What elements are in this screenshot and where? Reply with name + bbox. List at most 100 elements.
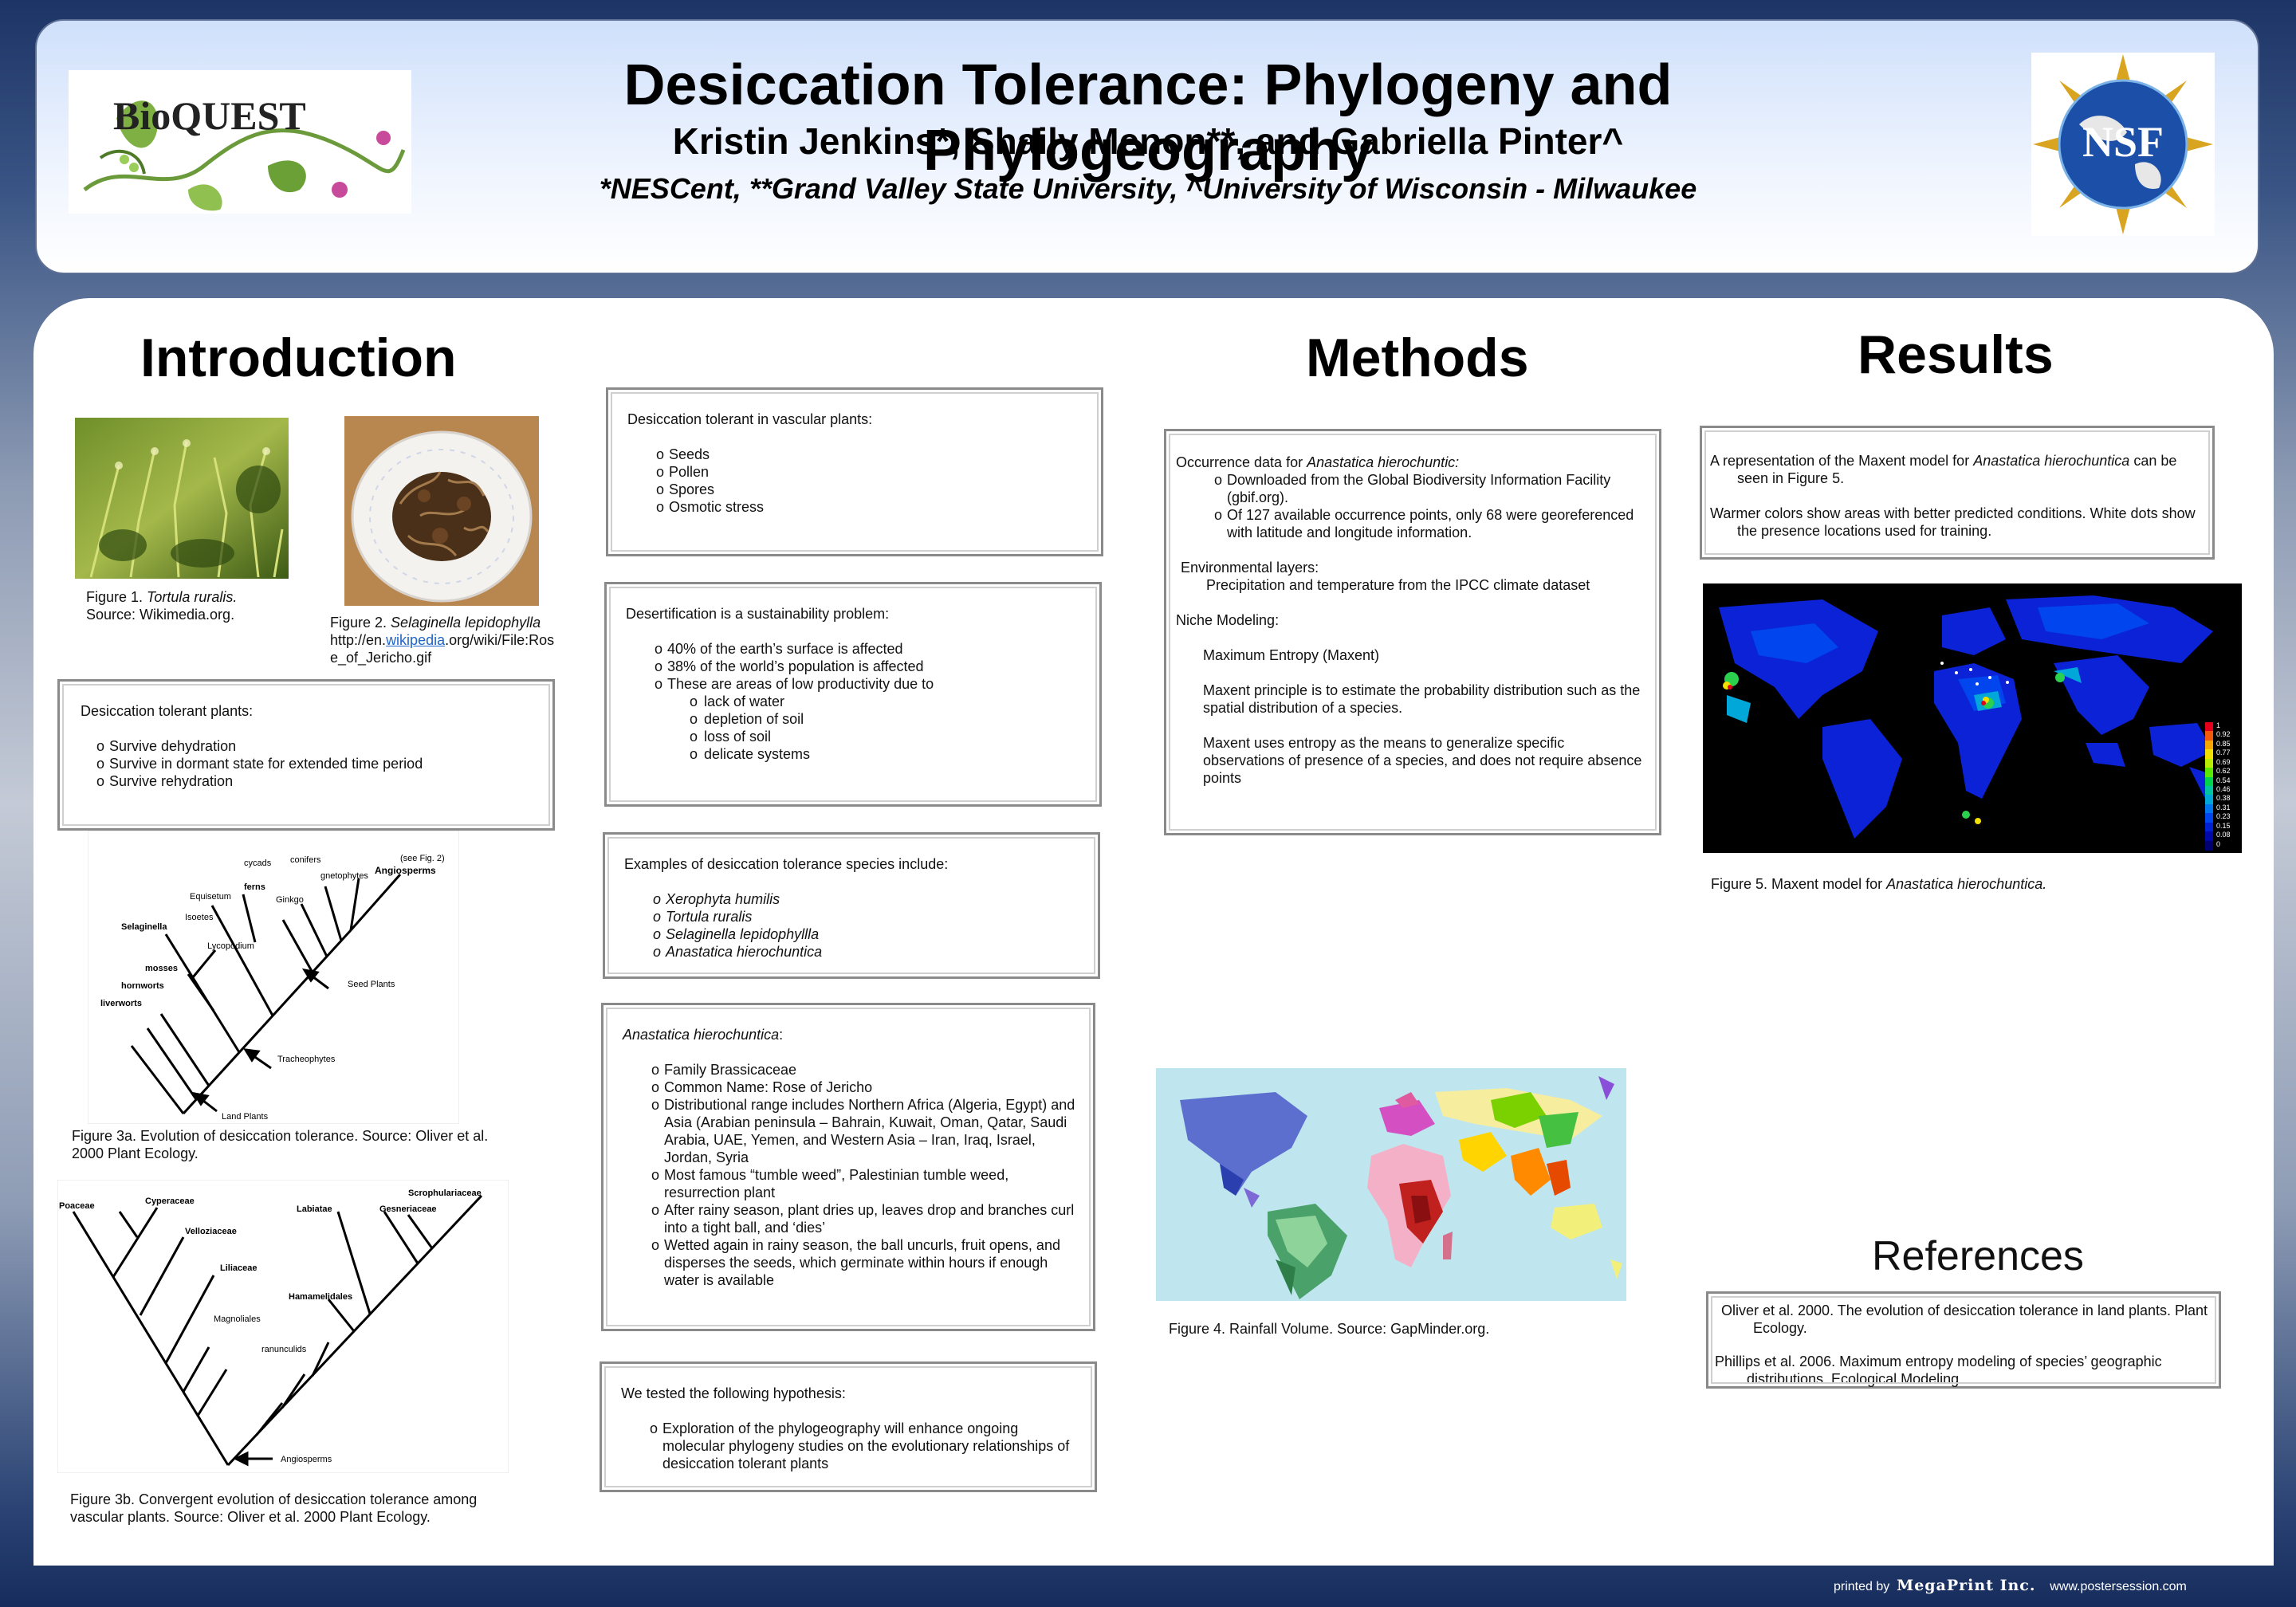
tree3a-label: Ginkgo bbox=[276, 895, 304, 905]
list-item: Distributional range includes Northern A… bbox=[635, 1096, 1077, 1166]
results-species: Anastatica hierochuntica bbox=[1973, 453, 2130, 469]
tree3a-label: Land Plants bbox=[222, 1112, 269, 1122]
list-item: Anastatica hierochuntica bbox=[637, 943, 1082, 961]
list-item: Family Brassicaceae bbox=[635, 1061, 1077, 1079]
figure5-caption: Figure 5. Maxent model for Anastatica hi… bbox=[1711, 875, 2157, 893]
legend-swatch bbox=[2205, 840, 2213, 851]
figure2-wikipedia-link[interactable]: wikipedia bbox=[386, 632, 445, 648]
reference-item: Oliver et al. 2000. The evolution of des… bbox=[1721, 1302, 2208, 1336]
list-item: Downloaded from the Global Biodiversity … bbox=[1198, 471, 1649, 506]
species-examples-box: Examples of desiccation tolerance specie… bbox=[603, 832, 1100, 979]
results-heading: Results bbox=[1858, 324, 2054, 385]
printed-by-label: printed by bbox=[1834, 1580, 1890, 1593]
hypothesis-box-list: Exploration of the phylogeography will e… bbox=[634, 1420, 1079, 1472]
list-item: Wetted again in rainy season, the ball u… bbox=[635, 1236, 1077, 1289]
occurrence-species: Anastatica hierochuntic: bbox=[1307, 454, 1460, 470]
bioquest-logo: BioQUEST bbox=[69, 70, 411, 214]
tree3a-label: cycads bbox=[244, 859, 272, 868]
rainfall-map-image bbox=[1156, 1068, 1626, 1301]
tree3b-label: Hamamelidales bbox=[289, 1292, 352, 1302]
niche-paragraph: Maxent principle is to estimate the prob… bbox=[1203, 682, 1641, 716]
tree3b-label: Angiosperms bbox=[281, 1455, 332, 1464]
phylogeny-tree-3b-diagram: Poaceae Cyperaceae Velloziaceae Liliacea… bbox=[57, 1180, 509, 1473]
list-item: Osmotic stress bbox=[640, 498, 1085, 516]
methods-box: Occurrence data for Anastatica hierochun… bbox=[1164, 429, 1661, 835]
list-item: Tortula ruralis bbox=[637, 908, 1082, 925]
tree3b-label: Gesneriaceae bbox=[379, 1204, 437, 1214]
legend-value: 0.08 bbox=[2216, 831, 2231, 839]
list-item: Spores bbox=[640, 481, 1085, 498]
plants-box-heading: Desiccation tolerant plants: bbox=[81, 703, 254, 719]
figure5-caption-label: Figure 5. Maxent model for bbox=[1711, 876, 1887, 892]
tree3b-label: Liliaceae bbox=[220, 1263, 257, 1273]
list-item: These are areas of low productivity due … bbox=[639, 675, 1083, 693]
list-item: Survive in dormant state for extended ti… bbox=[81, 755, 537, 772]
figure1-source: Source: Wikimedia.org. bbox=[86, 607, 235, 623]
maxent-map-image bbox=[1703, 583, 2242, 853]
references-heading: References bbox=[1872, 1233, 2084, 1279]
legend-value: 0.46 bbox=[2216, 785, 2231, 793]
bioquest-wordmark: BioQUEST bbox=[113, 93, 306, 138]
list-item: Pollen bbox=[640, 463, 1085, 481]
legend-value: 0.85 bbox=[2216, 739, 2231, 748]
references-box: Oliver et al. 2000. The evolution of des… bbox=[1706, 1291, 2221, 1389]
introduction-heading: Introduction bbox=[140, 328, 457, 388]
nsf-wordmark: NSF bbox=[2082, 118, 2164, 166]
tree3a-label: Seed Plants bbox=[348, 980, 395, 989]
list-subitem: loss of soil bbox=[639, 728, 1083, 745]
list-item: Seeds bbox=[640, 446, 1085, 463]
figure1-caption-label: Figure 1. bbox=[86, 589, 147, 605]
list-item: Survive dehydration bbox=[81, 737, 537, 755]
desertification-box: Desertification is a sustainability prob… bbox=[604, 582, 1102, 807]
vascular-plants-box: Desiccation tolerant in vascular plants:… bbox=[606, 387, 1103, 556]
list-item: 38% of the world’s population is affecte… bbox=[639, 658, 1083, 675]
niche-paragraph: Maximum Entropy (Maxent) bbox=[1203, 647, 1380, 663]
list-item: After rainy season, plant dries up, leav… bbox=[635, 1201, 1077, 1236]
anastatica-name: Anastatica hierochuntica bbox=[623, 1027, 780, 1043]
tree3a-label: conifers bbox=[290, 855, 321, 865]
tree3b-label: Velloziaceae bbox=[185, 1227, 237, 1236]
nsf-globe-icon: NSF bbox=[2033, 54, 2213, 234]
list-subitem: lack of water bbox=[639, 693, 1083, 710]
rose-of-jericho-photo-icon bbox=[344, 416, 539, 606]
species-box-heading: Examples of desiccation tolerance specie… bbox=[624, 856, 949, 872]
niche-heading: Niche Modeling: bbox=[1176, 612, 1280, 628]
results-paragraph-1: A representation of the Maxent model for… bbox=[1710, 452, 2204, 487]
list-item: Most famous “tumble weed”, Palestinian t… bbox=[635, 1166, 1077, 1201]
results-paragraph-2: Warmer colors show areas with better pre… bbox=[1710, 505, 2196, 539]
moss-photo-icon bbox=[75, 418, 289, 579]
phylogeny-tree-3a-diagram: cycads conifers (see Fig. 2) Angiosperms… bbox=[88, 831, 459, 1124]
legend-value: 1 bbox=[2216, 721, 2221, 729]
list-item: Common Name: Rose of Jericho bbox=[635, 1079, 1077, 1096]
figure4-caption: Figure 4. Rainfall Volume. Source: GapMi… bbox=[1169, 1321, 1490, 1337]
figure2-plant-photo bbox=[344, 416, 539, 606]
tree3a-label: gnetophytes bbox=[320, 871, 368, 881]
niche-paragraph: Maxent uses entropy as the means to gene… bbox=[1203, 735, 1642, 786]
tree3b-label: Magnoliales bbox=[214, 1314, 261, 1324]
tree3a-label: liverworts bbox=[100, 999, 142, 1008]
plants-box-list: Survive dehydration Survive in dormant s… bbox=[81, 737, 537, 790]
env-text: Precipitation and temperature from the I… bbox=[1206, 577, 1590, 593]
anastatica-colon: : bbox=[779, 1027, 784, 1043]
list-item: 40% of the earth’s surface is affected bbox=[639, 640, 1083, 658]
figure1-moss-photo bbox=[75, 418, 289, 579]
anastatica-box-list: Family Brassicaceae Common Name: Rose of… bbox=[635, 1061, 1077, 1289]
printer-company: MegaPrint Inc. bbox=[1897, 1577, 2036, 1594]
tree3b-label: Cyperaceae bbox=[145, 1196, 195, 1206]
tree3a-label: ferns bbox=[244, 882, 265, 892]
legend-value: 0.62 bbox=[2216, 767, 2231, 776]
poster-affiliations: *NESCent, **Grand Valley State Universit… bbox=[599, 172, 1697, 205]
figure2-caption: Figure 2. Selaginella lepidophylla http:… bbox=[330, 614, 561, 666]
legend-value: 0 bbox=[2216, 839, 2221, 848]
occurrence-heading: Occurrence data for Anastatica hierochun… bbox=[1176, 454, 1649, 471]
figure3b-tree: Poaceae Cyperaceae Velloziaceae Liliacea… bbox=[57, 1180, 509, 1473]
tree3b-label: Scrophulariaceae bbox=[408, 1189, 482, 1198]
anastatica-box: Anastatica hierochuntica: Family Brassic… bbox=[601, 1003, 1095, 1331]
tree3a-label: Equisetum bbox=[190, 892, 231, 902]
figure3a-tree: cycads conifers (see Fig. 2) Angiosperms… bbox=[88, 831, 459, 1124]
methods-heading: Methods bbox=[1306, 328, 1529, 388]
list-item: Xerophyta humilis bbox=[637, 890, 1082, 908]
list-subitem: delicate systems bbox=[639, 745, 1083, 763]
printer-url[interactable]: www.postersession.com bbox=[2050, 1580, 2187, 1593]
figure2-url-prefix: http://en. bbox=[330, 632, 387, 648]
